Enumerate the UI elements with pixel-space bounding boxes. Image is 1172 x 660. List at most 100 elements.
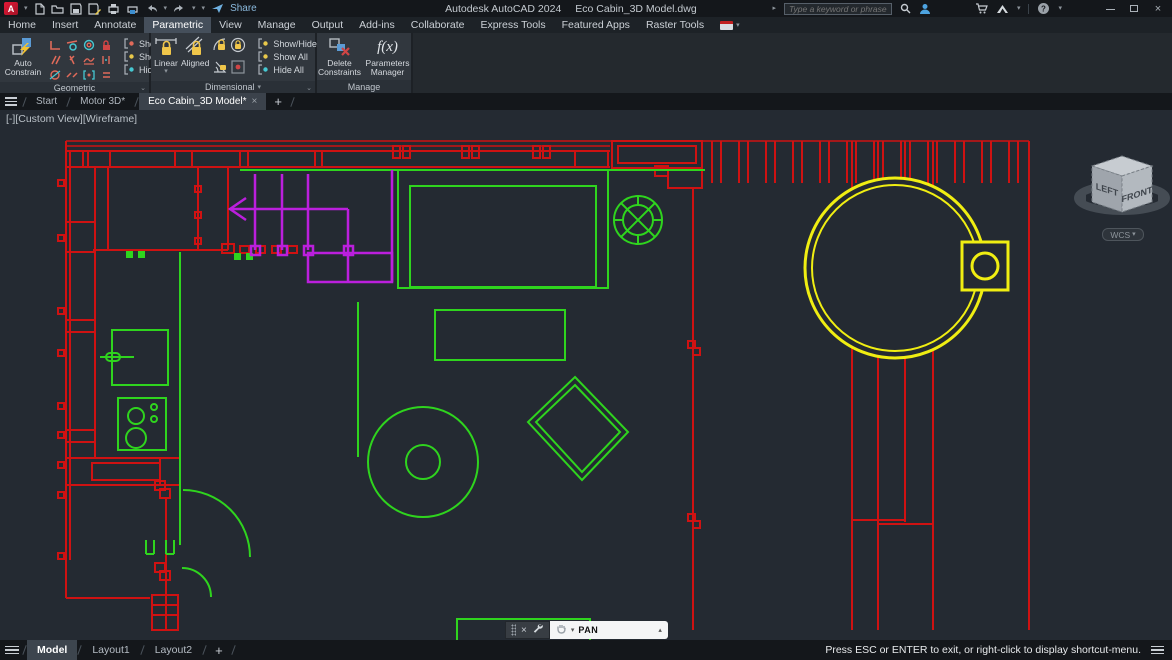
save-icon[interactable] [70, 3, 82, 15]
close-button[interactable]: × [1150, 3, 1166, 15]
share-plane-icon[interactable] [211, 3, 224, 14]
hot-tub-yellow[interactable] [805, 178, 1008, 358]
viewport-controls[interactable]: [-][Custom View][Wireframe] [6, 113, 137, 125]
search-expand-caret-icon[interactable]: ▸ [772, 5, 776, 12]
tab-insert[interactable]: Insert [44, 17, 86, 33]
vertical-constraint-icon[interactable] [63, 52, 80, 67]
autodesk-menu-caret-icon[interactable]: ▾ [1017, 5, 1021, 12]
autocad-app-menu-icon[interactable]: A [4, 2, 18, 15]
new-file-icon[interactable] [34, 3, 45, 15]
angular-constraint-icon[interactable] [212, 59, 230, 81]
dimensional-expander-icon[interactable]: ⌄ [306, 84, 312, 92]
save-as-icon[interactable] [88, 3, 101, 15]
layout2-tab[interactable]: Layout2 [145, 640, 202, 660]
new-layout-button[interactable]: + [207, 643, 231, 658]
parameters-manager-button[interactable]: f(x) Parameters Manager [365, 35, 411, 77]
dimensional-flyout-caret-icon[interactable]: ▾ [258, 84, 262, 91]
tab-view[interactable]: View [211, 17, 250, 33]
tangent-constraint-icon[interactable] [63, 37, 80, 52]
equal-bracket-constraint-icon[interactable] [80, 67, 97, 82]
file-tab-start[interactable]: Start [27, 93, 66, 110]
aligned-constraint-button[interactable]: Aligned [181, 35, 209, 68]
file-tab-eco-cabin[interactable]: Eco Cabin_3D Model*× [139, 93, 266, 110]
delete-constraints-icon [328, 35, 352, 59]
cad-drawing[interactable] [0, 110, 1172, 640]
new-drawing-tab-button[interactable]: + [266, 94, 290, 109]
dimensional-hide-all-button[interactable]: Hide All [258, 64, 317, 75]
diameter-constraint-icon[interactable] [230, 37, 248, 59]
aligned-dimension-icon [183, 35, 207, 59]
customization-menu-icon[interactable] [1151, 644, 1164, 657]
dimensional-show-all-button[interactable]: Show All [258, 51, 317, 62]
delete-constraints-button[interactable]: Delete Constraints [318, 35, 362, 77]
coincident-constraint-icon[interactable] [46, 67, 63, 82]
help-caret-icon[interactable]: ▾ [1058, 5, 1062, 12]
dimensional-panel-title[interactable]: Dimensional▾⌄ [151, 81, 315, 93]
search-input[interactable] [784, 3, 892, 15]
tab-add-ins[interactable]: Add-ins [351, 17, 403, 33]
command-input[interactable]: ▾ PAN ▴ [550, 621, 668, 639]
open-folder-icon[interactable] [51, 3, 64, 15]
parameters-manager-label: Parameters Manager [364, 59, 412, 77]
smooth-constraint-icon[interactable] [80, 52, 97, 67]
manage-panel-title[interactable]: Manage [317, 80, 411, 93]
share-button[interactable]: Share [230, 3, 257, 14]
geometric-expander-icon[interactable]: ⌄ [140, 84, 146, 92]
fix-constraint-icon[interactable] [97, 37, 114, 52]
tab-raster-tools[interactable]: Raster Tools [638, 17, 712, 33]
command-history-caret-icon[interactable]: ▾ [571, 626, 575, 634]
concentric-constraint-icon[interactable] [80, 37, 97, 52]
tab-output[interactable]: Output [304, 17, 352, 33]
command-line-grip[interactable] [511, 624, 516, 636]
geometric-panel-title[interactable]: Geometric ⌄ [0, 82, 149, 93]
autodesk-logo-icon[interactable] [996, 4, 1009, 14]
customize-wrench-icon[interactable] [532, 621, 544, 639]
tab-annotate[interactable]: Annotate [86, 17, 144, 33]
print-preview-icon[interactable] [126, 3, 139, 15]
convert-constraint-icon[interactable] [230, 59, 248, 81]
furniture-green[interactable] [100, 170, 705, 640]
dimensional-show-hide-button[interactable]: Show/Hide [258, 38, 317, 49]
restore-button[interactable] [1126, 3, 1142, 15]
app-menu-caret-icon[interactable]: ▾ [24, 5, 28, 12]
equal-constraint-icon[interactable] [97, 67, 114, 82]
radius-constraint-icon[interactable] [212, 37, 230, 59]
collinear-constraint-icon[interactable] [63, 67, 80, 82]
qat-customize-caret-icon[interactable]: ▾ [202, 5, 206, 12]
sign-in-user-icon[interactable] [919, 3, 931, 15]
drawing-canvas[interactable]: [-][Custom View][Wireframe] [0, 110, 1172, 640]
redo-caret-icon[interactable]: ▾ [192, 5, 196, 12]
tab-express-tools[interactable]: Express Tools [472, 17, 553, 33]
parallel-constraint-icon[interactable] [46, 52, 63, 67]
tab-featured-apps[interactable]: Featured Apps [554, 17, 638, 33]
undo-caret-icon[interactable]: ▾ [164, 5, 168, 12]
redo-icon[interactable] [173, 3, 186, 14]
file-tab-motor-3d[interactable]: Motor 3D* [71, 93, 134, 110]
undo-icon[interactable] [145, 3, 158, 14]
command-expand-caret-icon[interactable]: ▴ [658, 626, 662, 634]
tab-collaborate[interactable]: Collaborate [403, 17, 473, 33]
perpendicular-constraint-icon[interactable] [46, 37, 63, 52]
geometric-panel-label: Geometric [54, 83, 96, 93]
wcs-dropdown[interactable]: WCS▾ [1102, 228, 1144, 241]
file-tab-close-icon[interactable]: × [252, 96, 258, 107]
app-store-cart-icon[interactable] [975, 3, 988, 14]
tab-parametric[interactable]: Parametric [144, 17, 211, 33]
plot-icon[interactable] [107, 3, 120, 15]
linear-constraint-button[interactable]: Linear ▾ [154, 35, 178, 75]
stairs-magenta[interactable] [230, 170, 392, 282]
search-icon[interactable] [900, 3, 911, 14]
model-tab[interactable]: Model [27, 640, 77, 660]
symmetric-constraint-icon[interactable] [97, 52, 114, 67]
command-line-close-icon[interactable]: × [521, 625, 527, 636]
help-icon[interactable]: ? [1037, 2, 1050, 15]
tab-home[interactable]: Home [0, 17, 44, 33]
file-tabs-menu-icon[interactable] [0, 93, 22, 110]
minimize-button[interactable] [1102, 3, 1118, 15]
ribbon-display-toggle[interactable]: ▾ [720, 21, 740, 30]
tab-manage[interactable]: Manage [250, 17, 304, 33]
layout1-tab[interactable]: Layout1 [82, 640, 139, 660]
layout-menu-icon[interactable] [0, 642, 22, 659]
file-tab-bar: Start Motor 3D* Eco Cabin_3D Model*× + [0, 93, 1172, 110]
auto-constrain-button[interactable]: Auto Constrain [3, 35, 43, 77]
